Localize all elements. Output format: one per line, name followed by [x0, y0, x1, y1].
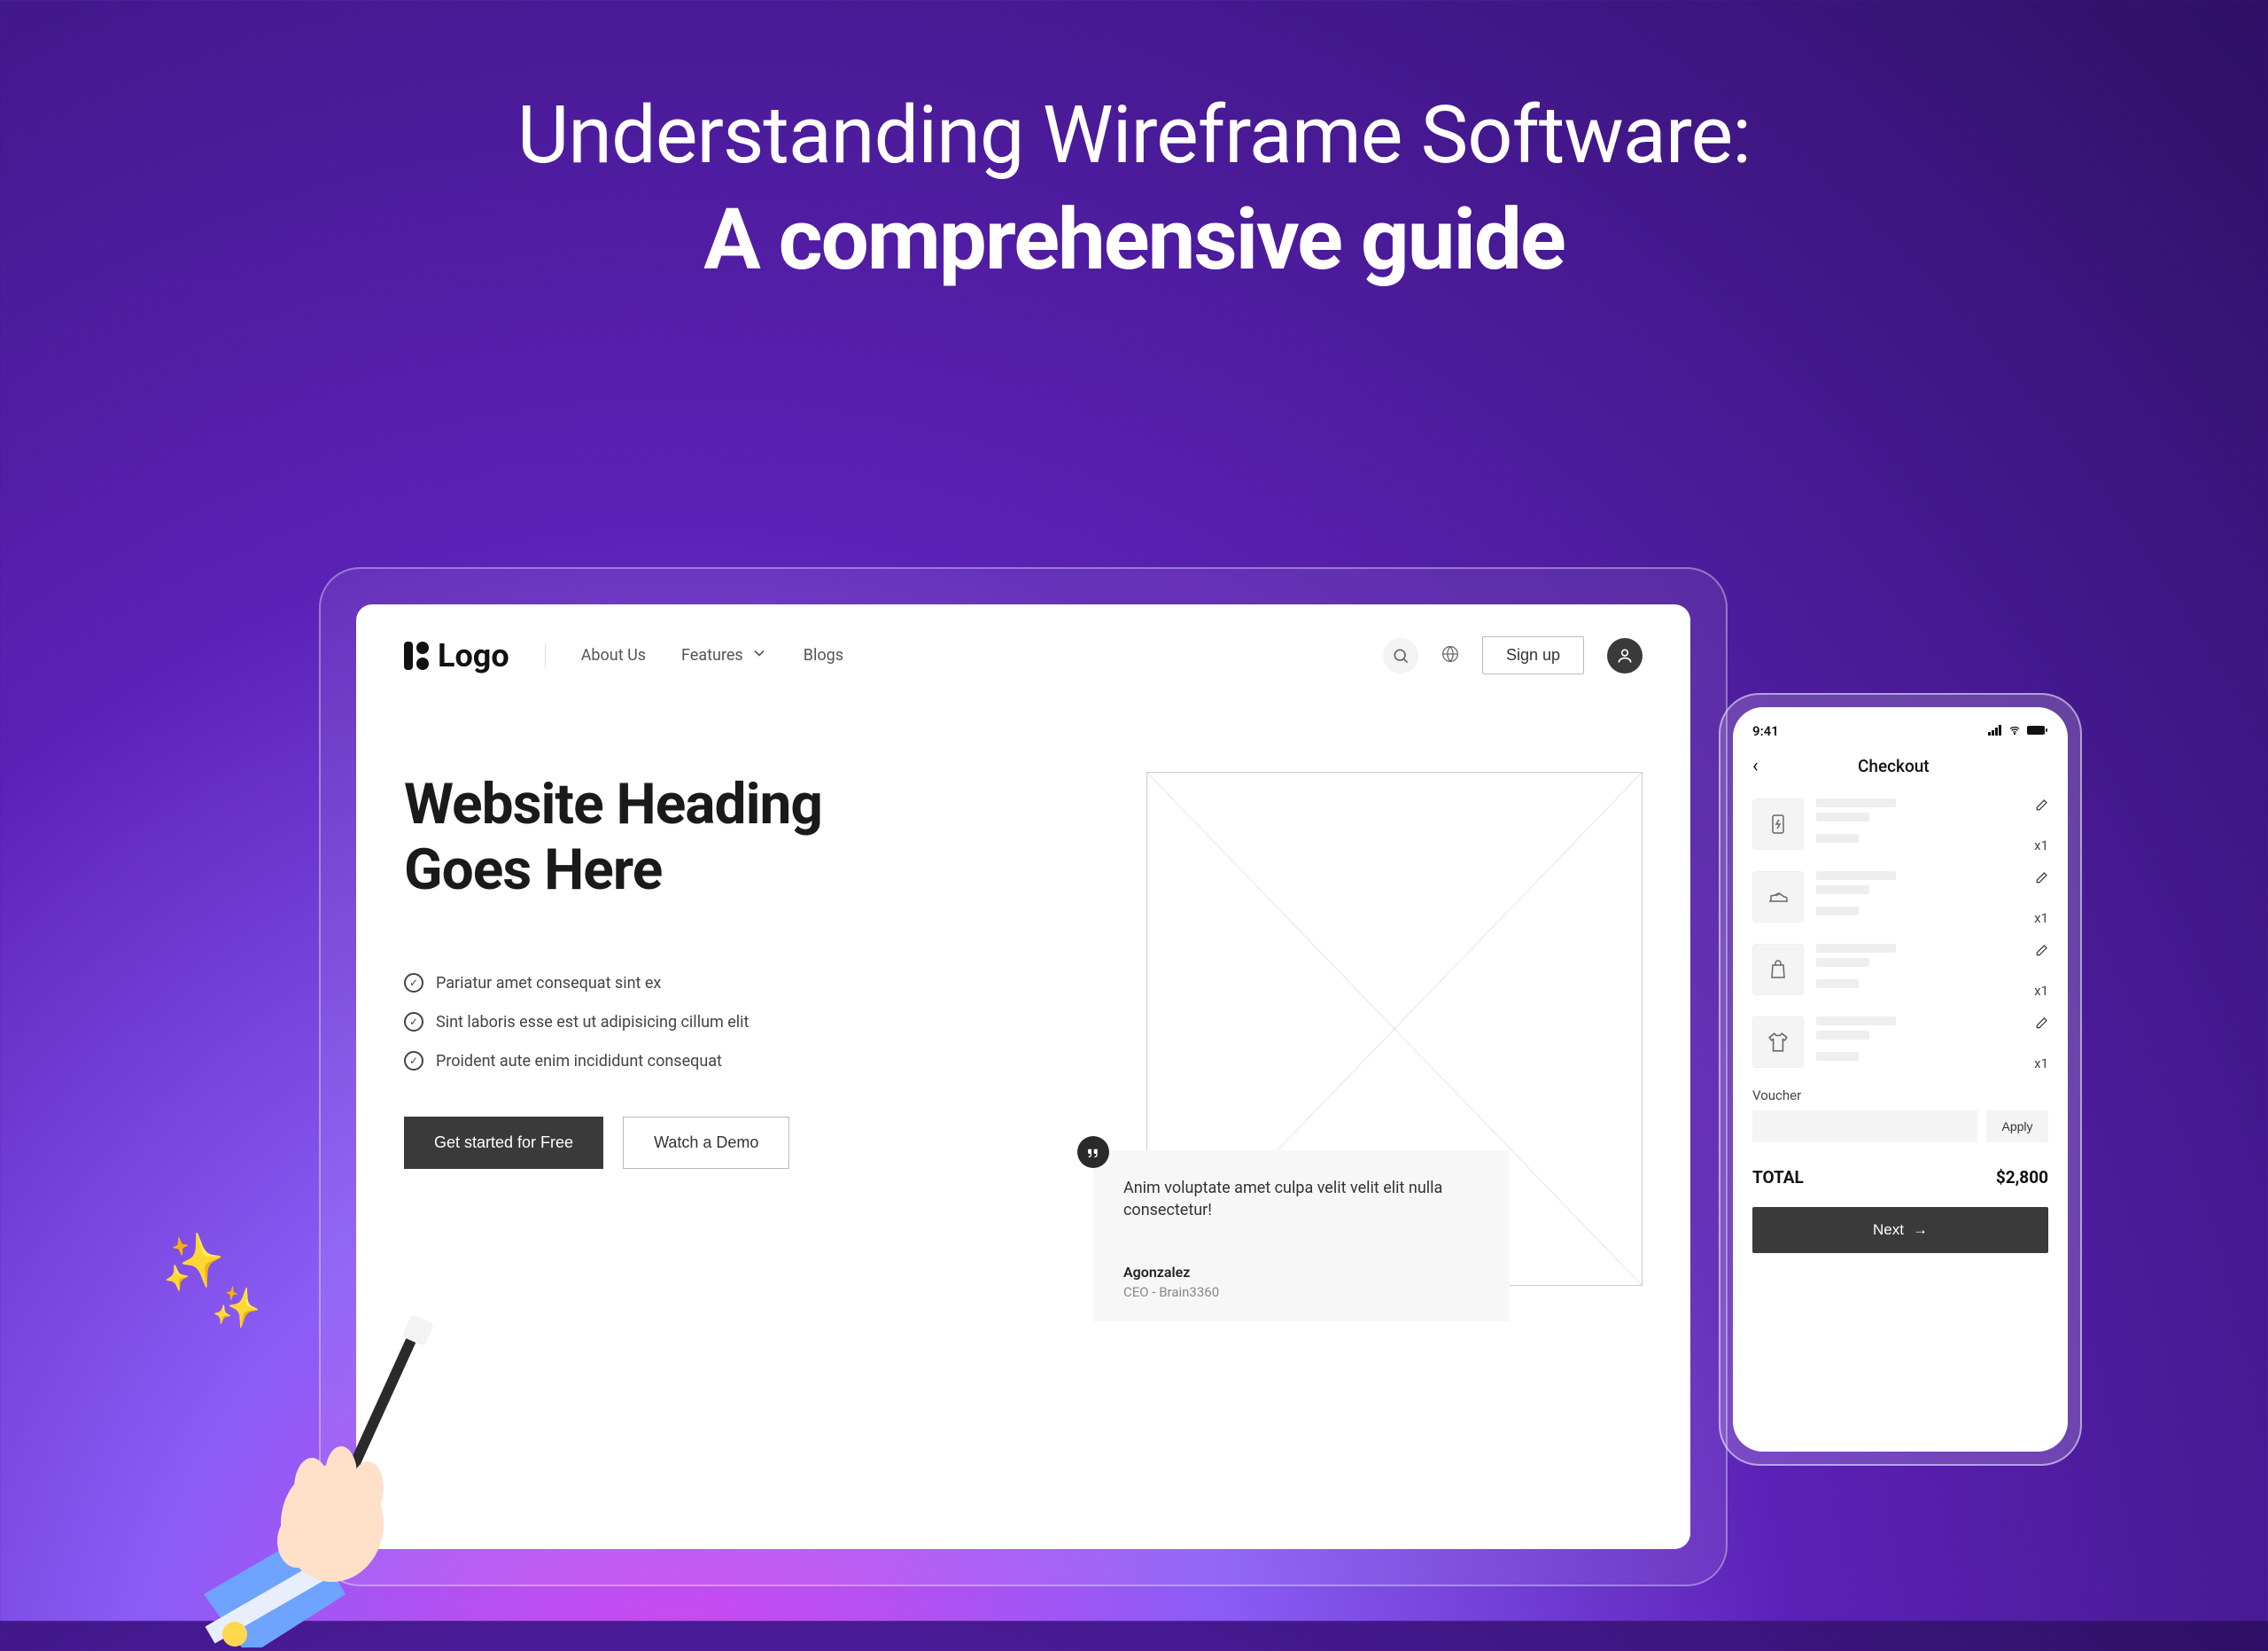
chevron-down-icon: [750, 644, 768, 666]
hero-heading: Website Heading Goes Here: [404, 772, 1111, 902]
next-button[interactable]: Next →: [1752, 1207, 2048, 1253]
bullet-item: ✓ Sint laboris esse est ut adipisicing c…: [404, 1012, 1111, 1032]
nav-divider: [545, 644, 546, 667]
logo-text: Logo: [438, 637, 509, 674]
bag-icon: [1752, 944, 1804, 995]
item-qty: x1: [2034, 983, 2048, 999]
hero-bullets: ✓ Pariatur amet consequat sint ex ✓ Sint…: [404, 973, 1111, 1071]
wifi-icon: [2008, 723, 2022, 739]
status-time: 9:41: [1752, 723, 1779, 739]
bolt-icon: [1752, 798, 1804, 850]
hero: Website Heading Goes Here ✓ Pariatur ame…: [404, 772, 1643, 1286]
tablet-screen: Logo About Us Features Blogs Sign up: [356, 604, 1690, 1549]
logo-icon: [404, 642, 429, 670]
total-row: TOTAL $2,800: [1752, 1167, 2048, 1188]
check-icon: ✓: [404, 1012, 423, 1032]
item-qty: x1: [2034, 910, 2048, 926]
edit-icon[interactable]: [2034, 1016, 2048, 1034]
testimonial-text: Anim voluptate amet culpa velit velit el…: [1123, 1177, 1480, 1221]
cart-item: x1: [1752, 944, 2048, 999]
phone-title: Checkout: [1739, 756, 2048, 776]
user-icon[interactable]: [1607, 638, 1643, 674]
check-icon: ✓: [404, 973, 423, 993]
testimonial-role: CEO - Brain3360: [1123, 1284, 1480, 1300]
voucher-section: Voucher Apply: [1752, 1087, 2048, 1142]
cart-list: x1 x1 x1: [1752, 798, 2048, 1071]
battery-icon: [2027, 723, 2048, 739]
search-icon[interactable]: [1383, 638, 1418, 674]
check-icon: ✓: [404, 1051, 423, 1071]
edit-icon[interactable]: [2034, 798, 2048, 816]
shoe-icon: [1752, 871, 1804, 923]
cta-secondary-button[interactable]: Watch a Demo: [623, 1117, 789, 1169]
page-title: Understanding Wireframe Software: A comp…: [0, 89, 2268, 290]
hand-illustration: ✨ ✨: [151, 1222, 505, 1647]
status-bar: 9:41: [1752, 723, 2048, 739]
globe-icon[interactable]: [1441, 645, 1459, 666]
total-label: TOTAL: [1752, 1167, 1804, 1188]
quote-icon: [1077, 1136, 1109, 1168]
item-qty: x1: [2034, 1055, 2048, 1071]
testimonial-author: Agonzalez: [1123, 1264, 1480, 1281]
voucher-apply-button[interactable]: Apply: [1986, 1110, 2048, 1142]
nav-about[interactable]: About Us: [581, 646, 646, 665]
bullet-item: ✓ Pariatur amet consequat sint ex: [404, 973, 1111, 993]
navbar: Logo About Us Features Blogs Sign up: [404, 636, 1643, 674]
signal-icon: [1988, 723, 2002, 739]
cart-item: x1: [1752, 798, 2048, 853]
testimonial-card: Anim voluptate amet culpa velit velit el…: [1093, 1150, 1510, 1321]
shirt-icon: [1752, 1016, 1804, 1068]
item-qty: x1: [2034, 837, 2048, 853]
arrow-right-icon: →: [1913, 1221, 1928, 1239]
signup-button[interactable]: Sign up: [1482, 636, 1584, 674]
cta-primary-button[interactable]: Get started for Free: [404, 1117, 603, 1169]
total-value: $2,800: [1996, 1167, 2048, 1188]
sparkle-icon: ✨: [210, 1281, 265, 1333]
bullet-item: ✓ Proident aute enim incididunt consequa…: [404, 1051, 1111, 1071]
nav-blogs[interactable]: Blogs: [804, 646, 843, 665]
phone-screen: 9:41 ‹ Checkout x1: [1733, 707, 2068, 1452]
voucher-label: Voucher: [1752, 1087, 2048, 1103]
edit-icon[interactable]: [2034, 871, 2048, 889]
tablet-device: Logo About Us Features Blogs Sign up: [319, 567, 1728, 1586]
edit-icon[interactable]: [2034, 944, 2048, 962]
phone-device: 9:41 ‹ Checkout x1: [1719, 693, 2082, 1466]
title-line-1: Understanding Wireframe Software:: [0, 89, 2268, 182]
voucher-input[interactable]: [1752, 1110, 1977, 1142]
logo[interactable]: Logo: [404, 637, 509, 674]
title-line-2: A comprehensive guide: [0, 191, 2268, 290]
cart-item: x1: [1752, 871, 2048, 926]
cart-item: x1: [1752, 1016, 2048, 1071]
nav-features-label: Features: [681, 646, 743, 665]
nav-features[interactable]: Features: [681, 644, 768, 666]
